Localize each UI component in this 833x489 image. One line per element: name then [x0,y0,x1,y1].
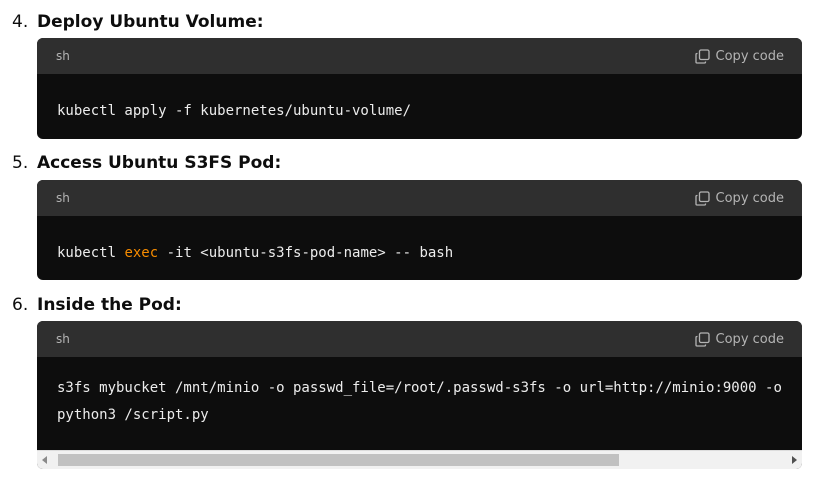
scrollbar-thumb[interactable] [58,454,619,466]
step-title-text: Access Ubuntu S3FS Pod: [37,153,282,173]
copy-code-button[interactable]: Copy code [694,331,784,347]
copy-code-label: Copy code [715,48,784,64]
step-title-text: Inside the Pod: [37,295,182,315]
copy-code-button[interactable]: Copy code [694,48,784,64]
code-keyword: exec [124,245,159,261]
code-line: python3 /script.py [57,407,209,423]
code-block: sh Copy code kubectl apply -f kubernetes… [37,38,802,139]
copy-icon [694,48,710,64]
code-block: sh Copy code kubectl exec -it <ubuntu-s3… [37,180,802,280]
step-number: 5. [12,153,29,173]
code-language-label: sh [56,191,70,205]
step-5-title: 5. Access Ubuntu S3FS Pod: [12,153,281,173]
code-header: sh Copy code [37,38,802,74]
code-language-label: sh [56,49,70,63]
step-6-title: 6. Inside the Pod: [12,295,182,315]
scroll-left-arrow-icon[interactable] [42,456,47,464]
code-content: kubectl apply -f kubernetes/ubuntu-volum… [37,74,802,125]
code-text: kubectl [57,245,125,261]
scroll-right-arrow-icon[interactable] [792,456,797,464]
code-block: sh Copy code s3fs mybucket /mnt/minio -o… [37,321,802,469]
code-content: s3fs mybucket /mnt/minio -o passwd_file=… [37,357,802,429]
step-4-title: 4. Deploy Ubuntu Volume: [12,12,264,32]
copy-icon [694,331,710,347]
code-header: sh Copy code [37,180,802,216]
step-number: 4. [12,12,29,32]
copy-code-label: Copy code [715,190,784,206]
code-content: kubectl exec -it <ubuntu-s3fs-pod-name> … [37,216,802,267]
code-header: sh Copy code [37,321,802,357]
code-language-label: sh [56,332,70,346]
step-number: 6. [12,295,29,315]
copy-code-button[interactable]: Copy code [694,190,784,206]
step-title-text: Deploy Ubuntu Volume: [37,12,264,32]
code-text: -it <ubuntu-s3fs-pod-name> -- bash [158,245,454,261]
code-text: kubectl apply -f kubernetes/ubuntu-volum… [57,103,412,119]
copy-icon [694,190,710,206]
code-line: s3fs mybucket /mnt/minio -o passwd_file=… [57,380,782,396]
horizontal-scrollbar[interactable] [37,450,802,469]
copy-code-label: Copy code [715,331,784,347]
